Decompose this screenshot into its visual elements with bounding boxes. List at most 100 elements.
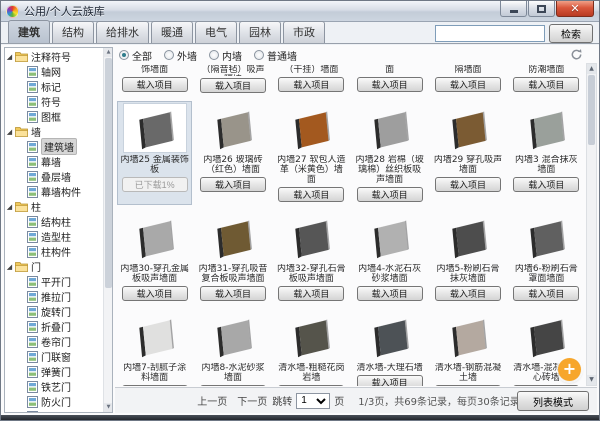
tree-item-墙-1[interactable]: 幕墙: [17, 154, 103, 169]
load-into-project-button[interactable]: 载入项目: [435, 177, 501, 192]
page-select[interactable]: 1: [296, 393, 330, 409]
family-card-1-2[interactable]: 内墙27 软包人造革（米黄色）墙面载入项目: [274, 101, 349, 205]
tree-scroll-down-icon[interactable]: ▼: [104, 403, 113, 412]
load-into-project-button[interactable]: 载入项目: [357, 375, 423, 386]
tree-scroll-up-icon[interactable]: ▲: [104, 48, 113, 57]
expander-expanded-icon[interactable]: ◢: [5, 263, 14, 271]
tree-item-门-1[interactable]: 推拉门: [17, 289, 103, 304]
prev-page-link[interactable]: 上一页: [197, 393, 227, 408]
load-into-project-button[interactable]: 载入项目: [122, 286, 188, 301]
tree-item-注释符号-1[interactable]: 标记: [17, 79, 103, 94]
tree-item-注释符号-3[interactable]: 图框: [17, 109, 103, 124]
family-card-0-3[interactable]: 面载入项目: [352, 63, 427, 96]
load-into-project-button[interactable]: 载入项目: [435, 385, 501, 386]
filter-radio-1[interactable]: 外墙: [164, 48, 197, 63]
tree-item-墙-0[interactable]: 建筑墙: [17, 139, 103, 154]
family-card-0-1[interactable]: （隔音毡）吸声隔墙载入项目: [195, 63, 270, 96]
tree-item-墙-3[interactable]: 幕墙构件: [17, 184, 103, 199]
tree-item-注释符号-2[interactable]: 符号: [17, 94, 103, 109]
grid-scroll-up-icon[interactable]: ▲: [587, 64, 596, 74]
load-into-project-button[interactable]: 载入项目: [357, 77, 423, 92]
tree-item-门-2[interactable]: 旋转门: [17, 304, 103, 319]
list-mode-button[interactable]: 列表模式: [517, 391, 589, 411]
expander-expanded-icon[interactable]: ◢: [5, 203, 14, 211]
grid-scroll-down-icon[interactable]: ▼: [587, 375, 596, 385]
search-input[interactable]: [435, 25, 545, 42]
download-progress-button[interactable]: 已下载1%: [122, 177, 188, 192]
tree-item-门-7[interactable]: 铁艺门: [17, 379, 103, 394]
load-into-project-button[interactable]: 载入项目: [278, 385, 344, 386]
family-card-2-1[interactable]: 内墙31-穿孔吸音复合板吸声墙面载入项目: [195, 210, 270, 304]
family-card-2-3[interactable]: 内墙4-水泥石灰砂浆墙面载入项目: [352, 210, 427, 304]
family-card-3-1[interactable]: 内墙8-水泥砂浆墙面载入项目: [195, 309, 270, 386]
load-into-project-button[interactable]: 载入项目: [122, 385, 188, 386]
family-card-1-1[interactable]: 内墙26 玻璃砖（红色）墙面载入项目: [195, 101, 270, 205]
tree-item-柱-1[interactable]: 造型柱: [17, 229, 103, 244]
tree-item-门-9[interactable]: 门构件: [17, 409, 103, 412]
tree-scroll-thumb[interactable]: [105, 58, 112, 288]
grid-scroll-thumb[interactable]: [588, 75, 595, 145]
expander-expanded-icon[interactable]: ◢: [5, 128, 14, 136]
family-card-3-4[interactable]: 清水墙-钢筋混凝土墙载入项目: [430, 309, 505, 386]
family-card-2-0[interactable]: 内墙30-穿孔金属板吸声墙面载入项目: [117, 210, 192, 304]
tree-scrollbar[interactable]: ▲ ▼: [103, 48, 112, 412]
family-card-3-0[interactable]: 内墙7-刮腻子涂料墙面载入项目: [117, 309, 192, 386]
add-upload-fab-button[interactable]: +: [558, 358, 581, 381]
tree-item-门-8[interactable]: 防火门: [17, 394, 103, 409]
load-into-project-button[interactable]: 载入项目: [513, 177, 579, 192]
tree-item-门-5[interactable]: 门联窗: [17, 349, 103, 364]
tree-folder-2[interactable]: ◢柱: [5, 199, 103, 214]
family-card-1-0[interactable]: 内墙25 金属装饰板已下载1%: [117, 101, 192, 205]
tree-item-柱-0[interactable]: 结构柱: [17, 214, 103, 229]
grid-scrollbar[interactable]: ▲ ▼: [586, 63, 597, 386]
family-card-3-2[interactable]: 清水墙-粗糙花岗岩墙载入项目: [274, 309, 349, 386]
family-card-0-4[interactable]: 隔墙面载入项目: [430, 63, 505, 96]
family-card-2-4[interactable]: 内墙5-粉刷石膏抹灰墙面载入项目: [430, 210, 505, 304]
family-card-3-3[interactable]: 清水墙-大理石墙载入项目: [352, 309, 427, 386]
load-into-project-button[interactable]: 载入项目: [435, 286, 501, 301]
load-into-project-button[interactable]: 载入项目: [200, 78, 266, 93]
load-into-project-button[interactable]: 载入项目: [357, 187, 423, 202]
load-into-project-button[interactable]: 载入项目: [200, 385, 266, 386]
family-card-1-5[interactable]: 内墙3 混合抹灰墙面载入项目: [509, 101, 584, 205]
load-into-project-button[interactable]: 载入项目: [278, 187, 344, 202]
tab-0[interactable]: 建筑: [8, 20, 50, 43]
family-card-0-0[interactable]: 饰墙面载入项目: [117, 63, 192, 96]
load-into-project-button[interactable]: 载入项目: [278, 77, 344, 92]
tab-4[interactable]: 电气: [195, 21, 237, 43]
tree-item-门-6[interactable]: 弹簧门: [17, 364, 103, 379]
expander-expanded-icon[interactable]: ◢: [5, 53, 14, 61]
tree-item-门-3[interactable]: 折叠门: [17, 319, 103, 334]
load-into-project-button[interactable]: 载入项目: [122, 77, 188, 92]
family-card-1-3[interactable]: 内墙28 岩棉（玻璃棉）丝织板吸声墙面载入项目: [352, 101, 427, 205]
load-into-project-button[interactable]: 载入项目: [513, 286, 579, 301]
tab-6[interactable]: 市政: [283, 21, 325, 43]
minimize-button[interactable]: [500, 1, 527, 17]
load-into-project-button[interactable]: 载入项目: [200, 177, 266, 192]
load-into-project-button[interactable]: 载入项目: [357, 286, 423, 301]
tree-item-门-4[interactable]: 卷帘门: [17, 334, 103, 349]
tab-3[interactable]: 暖通: [151, 21, 193, 43]
search-button[interactable]: 检索: [549, 24, 593, 43]
tab-5[interactable]: 园林: [239, 21, 281, 43]
filter-radio-3[interactable]: 普通墙: [254, 48, 297, 63]
tab-1[interactable]: 结构: [52, 21, 94, 43]
tree-folder-0[interactable]: ◢注释符号: [5, 49, 103, 64]
tree-folder-3[interactable]: ◢门: [5, 259, 103, 274]
close-button[interactable]: ✕: [556, 1, 594, 17]
next-page-link[interactable]: 下一页: [237, 393, 267, 408]
tree-item-注释符号-0[interactable]: 轴网: [17, 64, 103, 79]
family-card-1-4[interactable]: 内墙29 穿孔吸声墙面载入项目: [430, 101, 505, 205]
load-into-project-button[interactable]: 载入项目: [435, 77, 501, 92]
load-into-project-button[interactable]: 载入项目: [278, 286, 344, 301]
filter-radio-0[interactable]: 全部: [119, 48, 152, 63]
tab-2[interactable]: 给排水: [96, 21, 149, 43]
family-card-0-5[interactable]: 防潮墙面载入项目: [509, 63, 584, 96]
tree-folder-1[interactable]: ◢墙: [5, 124, 103, 139]
load-into-project-button[interactable]: 载入项目: [200, 286, 266, 301]
titlebar[interactable]: 公用/个人云族库 ✕: [1, 1, 599, 22]
load-into-project-button[interactable]: 载入项目: [513, 77, 579, 92]
family-card-2-2[interactable]: 内墙32-穿孔石膏板吸声墙面载入项目: [274, 210, 349, 304]
family-card-2-5[interactable]: 内墙6-粉刷石膏罩面墙面载入项目: [509, 210, 584, 304]
refresh-icon[interactable]: [570, 48, 583, 61]
